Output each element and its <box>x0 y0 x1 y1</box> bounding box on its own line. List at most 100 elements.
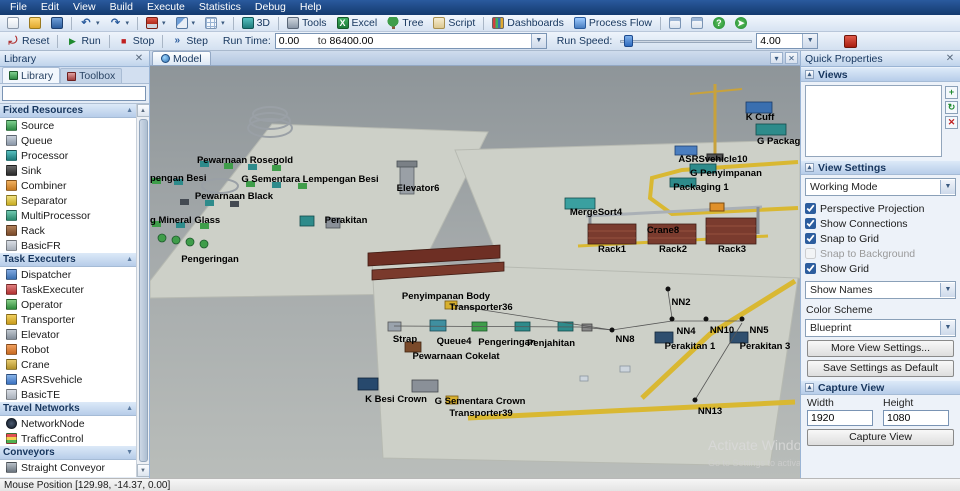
process-flow-button[interactable]: Process Flow <box>569 16 657 31</box>
stop-time-button[interactable] <box>844 34 858 48</box>
help-button[interactable]: ? <box>708 16 730 31</box>
lib-item-networknode[interactable]: NetworkNode <box>0 416 136 431</box>
capture-view-button[interactable]: Capture View <box>807 429 954 446</box>
run-time-from-input[interactable] <box>275 34 318 48</box>
run-time-dropdown-icon[interactable]: ▼ <box>530 34 546 48</box>
lib-item-operator[interactable]: Operator <box>0 297 136 312</box>
section-fixed-resources[interactable]: Fixed Resources ▲ <box>0 104 136 118</box>
lib-item-separator[interactable]: Separator <box>0 193 136 208</box>
lib-item-multiprocessor[interactable]: MultiProcessor <box>0 208 136 223</box>
online-content-button[interactable]: ➤ <box>730 16 752 31</box>
delete-view-button[interactable]: ✕ <box>945 116 958 129</box>
menu-view[interactable]: View <box>66 0 103 15</box>
lib-item-processor[interactable]: Processor <box>0 148 136 163</box>
run-speed-input[interactable] <box>757 35 802 47</box>
library-close-icon[interactable]: ✕ <box>133 53 145 65</box>
connections-mode-button[interactable]: ▾ <box>171 16 201 31</box>
open-button[interactable] <box>24 16 46 31</box>
checkbox-snap-to-grid[interactable]: Snap to Grid <box>805 231 956 246</box>
model-3d-view[interactable]: Pewarnaan Rosegold pengan Besi G Sementa… <box>150 66 800 478</box>
show-grid-checkbox[interactable] <box>805 263 816 274</box>
run-button[interactable]: ▶ Run <box>61 34 105 49</box>
lib-item-basicfr[interactable]: BasicFR <box>0 238 136 253</box>
snap-to-grid-checkbox[interactable] <box>805 233 816 244</box>
new-button[interactable] <box>2 16 24 31</box>
run-speed-dropdown-icon[interactable]: ▼ <box>802 34 818 48</box>
tab-toolbox[interactable]: Toolbox <box>60 68 123 83</box>
menu-debug[interactable]: Debug <box>248 0 293 15</box>
menu-help[interactable]: Help <box>293 0 329 15</box>
close-view-button[interactable]: ✕ <box>785 52 798 64</box>
lib-item-crane[interactable]: Crane <box>0 357 136 372</box>
lib-item-combiner[interactable]: Combiner <box>0 178 136 193</box>
checkbox-perspective-projection[interactable]: Perspective Projection <box>805 201 956 216</box>
capture-view-section-header[interactable]: ▴ Capture View <box>801 380 960 395</box>
lib-item-straight-conveyor[interactable]: Straight Conveyor <box>0 460 136 475</box>
three-d-view-button[interactable]: 3D <box>237 16 275 31</box>
scrollbar-thumb[interactable] <box>138 119 148 462</box>
menu-execute[interactable]: Execute <box>140 0 192 15</box>
perspective-projection-checkbox[interactable] <box>805 203 816 214</box>
run-time-to-input[interactable] <box>326 34 517 48</box>
redo-button[interactable]: ↷ ▾ <box>105 16 135 31</box>
views-list-box[interactable] <box>805 85 942 157</box>
capture-width-input[interactable] <box>807 410 873 426</box>
workspace-button[interactable] <box>686 16 708 31</box>
excel-button[interactable]: X Excel <box>332 16 383 31</box>
lib-item-robot[interactable]: Robot <box>0 342 136 357</box>
library-scrollbar[interactable]: ▲ ▼ <box>136 104 149 477</box>
window-layout-button[interactable] <box>664 16 686 31</box>
quick-properties-close-icon[interactable]: ✕ <box>944 53 956 65</box>
menu-file[interactable]: File <box>3 0 34 15</box>
tab-model[interactable]: Model <box>152 51 211 65</box>
tab-library[interactable]: Library <box>2 67 61 83</box>
lib-item-taskexecuter[interactable]: TaskExecuter <box>0 282 136 297</box>
lib-item-basicte[interactable]: BasicTE <box>0 387 136 402</box>
lib-item-sink[interactable]: Sink <box>0 163 136 178</box>
color-scheme-dropdown[interactable]: Blueprint ▼ <box>805 319 956 337</box>
lib-item-dispatcher[interactable]: Dispatcher <box>0 267 136 282</box>
tools-button[interactable]: Tools <box>282 16 332 31</box>
reset-button[interactable]: ⤾ Reset <box>2 34 54 49</box>
lib-item-elevator[interactable]: Elevator <box>0 327 136 342</box>
show-names-dropdown[interactable]: Show Names ▼ <box>805 281 956 299</box>
refresh-view-button[interactable]: ↻ <box>945 101 958 114</box>
checkbox-snap-to-background[interactable]: Snap to Background <box>805 246 956 261</box>
scroll-down-icon[interactable]: ▼ <box>136 464 149 477</box>
add-view-button[interactable]: + <box>945 86 958 99</box>
script-button[interactable]: Script <box>428 16 480 31</box>
lib-item-rack[interactable]: Rack <box>0 223 136 238</box>
section-travel-networks[interactable]: Travel Networks ▲ <box>0 402 136 416</box>
save-settings-default-button[interactable]: Save Settings as Default <box>807 360 954 377</box>
scroll-up-icon[interactable]: ▲ <box>136 104 149 117</box>
lib-item-queue[interactable]: Queue <box>0 133 136 148</box>
stop-button[interactable]: ■ Stop <box>113 34 160 49</box>
snap-to-grid-button[interactable]: ▾ <box>141 16 171 31</box>
checkbox-show-grid[interactable]: Show Grid <box>805 261 956 276</box>
view-settings-section-header[interactable]: ▴ View Settings <box>801 160 960 175</box>
menu-edit[interactable]: Edit <box>34 0 66 15</box>
grid-mode-button[interactable]: ▾ <box>200 16 230 31</box>
section-conveyors[interactable]: Conveyors ▼ <box>0 446 136 460</box>
lib-item-source[interactable]: Source <box>0 118 136 133</box>
section-task-executers[interactable]: Task Executers ▲ <box>0 253 136 267</box>
slider-handle[interactable] <box>624 35 634 47</box>
lib-item-asrsvehicle[interactable]: ASRSvehicle <box>0 372 136 387</box>
working-mode-dropdown[interactable]: Working Mode ▼ <box>805 178 956 196</box>
menu-build[interactable]: Build <box>103 0 140 15</box>
step-button[interactable]: » Step <box>166 34 213 49</box>
run-speed-slider[interactable] <box>620 34 753 48</box>
save-button[interactable] <box>46 16 68 31</box>
tree-button[interactable]: Tree <box>382 16 428 31</box>
view-menu-button[interactable]: ▾ <box>770 52 783 64</box>
menu-statistics[interactable]: Statistics <box>192 0 248 15</box>
undo-button[interactable]: ↶ ▾ <box>75 16 105 31</box>
dashboards-button[interactable]: Dashboards <box>487 16 569 31</box>
checkbox-show-connections[interactable]: Show Connections <box>805 216 956 231</box>
more-view-settings-button[interactable]: More View Settings... <box>807 340 954 357</box>
show-connections-checkbox[interactable] <box>805 218 816 229</box>
views-section-header[interactable]: ▴ Views <box>801 67 960 82</box>
capture-height-input[interactable] <box>883 410 949 426</box>
lib-item-transporter[interactable]: Transporter <box>0 312 136 327</box>
lib-item-trafficcontrol[interactable]: TrafficControl <box>0 431 136 446</box>
